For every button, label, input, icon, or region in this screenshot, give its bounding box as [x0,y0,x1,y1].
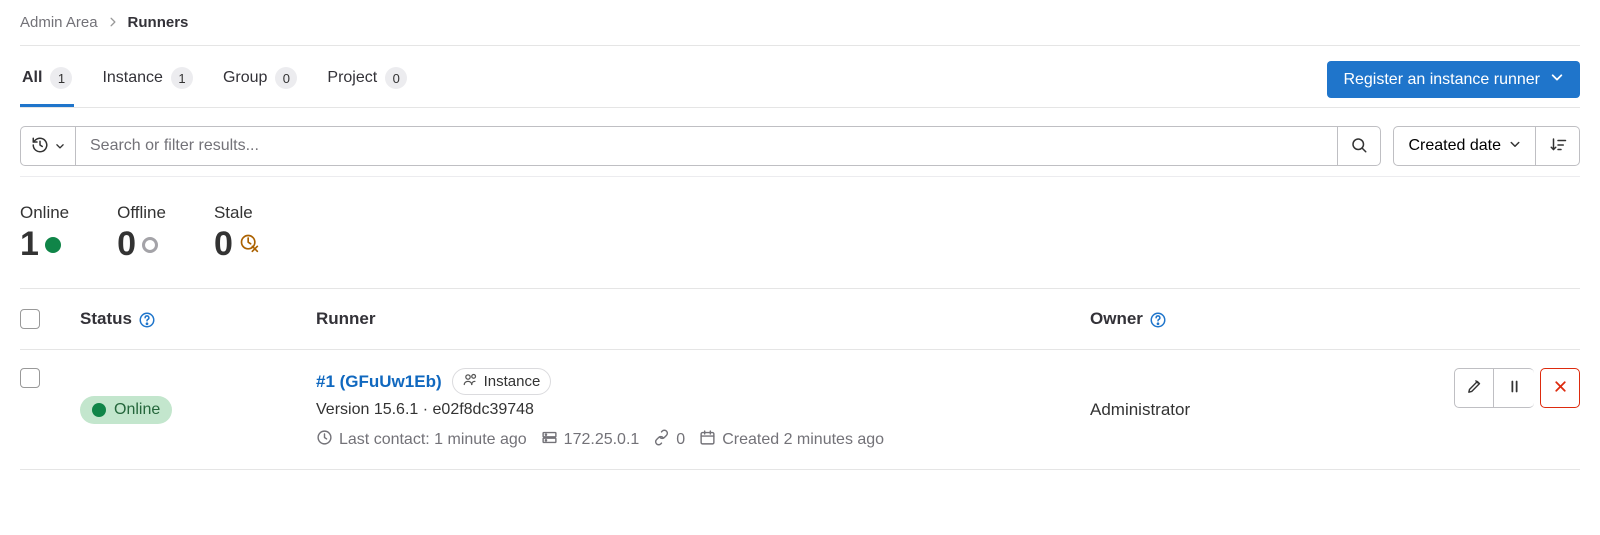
stat-offline: Offline 0 [117,203,166,264]
tabs: All 1 Instance 1 Group 0 Project 0 [20,52,409,107]
column-runner-label: Runner [316,309,376,328]
stat-stale: Stale 0 [214,203,259,264]
table-header: Status Runner Owner [20,289,1580,350]
tab-count: 1 [50,67,72,89]
online-dot-icon [45,237,61,253]
created-at: Created 2 minutes ago [699,429,884,451]
breadcrumb: Admin Area Runners [20,0,1580,46]
row-checkbox[interactable] [20,368,40,388]
search-group [20,126,1381,166]
tab-label: Instance [102,69,162,87]
calendar-icon [699,429,716,451]
tab-all[interactable]: All 1 [20,52,74,107]
status-text: Online [114,401,160,419]
created-text: Created 2 minutes ago [722,431,884,449]
tab-count: 0 [385,67,407,89]
breadcrumb-current: Runners [128,14,189,31]
link-icon [653,429,670,451]
server-icon [541,429,558,451]
help-icon[interactable] [1149,309,1167,329]
runner-link[interactable]: #1 (GFuUw1Eb) [316,372,442,392]
search-input[interactable] [75,126,1337,166]
clock-icon [316,429,333,451]
column-status-label: Status [80,309,132,329]
chevron-right-icon [108,16,118,30]
stale-clock-icon [239,233,259,256]
runner-type-badge: Instance [452,368,552,395]
last-contact-text: Last contact: 1 minute ago [339,431,527,449]
tab-instance[interactable]: Instance 1 [100,52,194,107]
tab-count: 1 [171,67,193,89]
tab-label: All [22,69,42,87]
stats-row: Online 1 Offline 0 Stale 0 [20,177,1580,289]
stat-label: Online [20,203,69,223]
chevron-down-icon [55,139,65,154]
select-all-checkbox[interactable] [20,309,40,329]
sort-descending-icon [1549,136,1567,157]
delete-button[interactable] [1540,368,1580,408]
history-icon [31,136,49,157]
filter-row: Created date [20,108,1580,177]
chevron-down-icon [1509,137,1521,155]
stat-value: 0 [214,225,233,264]
sort-direction-button[interactable] [1536,126,1580,166]
column-owner-label: Owner [1090,309,1143,329]
register-runner-button[interactable]: Register an instance runner [1327,61,1580,98]
owner-name[interactable]: Administrator [1090,400,1190,420]
chevron-down-icon [1550,70,1564,89]
pause-icon [1506,378,1523,398]
pause-button[interactable] [1494,368,1534,408]
online-dot-icon [92,403,106,417]
search-button[interactable] [1337,126,1381,166]
tabs-row: All 1 Instance 1 Group 0 Project 0 Regis… [20,52,1580,108]
tab-label: Project [327,69,377,87]
stat-online: Online 1 [20,203,69,264]
pencil-icon [1466,378,1483,398]
runner-version: Version 15.6.1 · e02f8dc39748 [316,401,1090,419]
jobs-text: 0 [676,431,685,449]
register-runner-label: Register an instance runner [1343,71,1540,89]
tab-count: 0 [275,67,297,89]
help-icon[interactable] [138,309,156,329]
tab-project[interactable]: Project 0 [325,52,409,107]
sort-group: Created date [1393,126,1580,166]
sort-dropdown[interactable]: Created date [1393,126,1536,166]
breadcrumb-parent[interactable]: Admin Area [20,14,98,31]
tab-group[interactable]: Group 0 [221,52,299,107]
ip-text: 172.25.0.1 [564,431,640,449]
offline-ring-icon [142,237,158,253]
last-contact: Last contact: 1 minute ago [316,429,527,451]
close-icon [1552,378,1569,398]
tab-label: Group [223,69,267,87]
users-icon [463,372,478,391]
jobs-count: 0 [653,429,685,451]
runner-type-text: Instance [484,373,541,390]
stat-value: 0 [117,225,136,264]
edit-button[interactable] [1454,368,1494,408]
stat-label: Offline [117,203,166,223]
stat-label: Stale [214,203,259,223]
status-badge: Online [80,396,172,424]
stat-value: 1 [20,225,39,264]
table-row: Online #1 (GFuUw1Eb) Instance Version 15… [20,350,1580,470]
sort-label: Created date [1408,137,1501,155]
ip-address: 172.25.0.1 [541,429,640,451]
search-history-button[interactable] [20,126,75,166]
runner-meta: Last contact: 1 minute ago 172.25.0.1 0 [316,429,1090,451]
search-icon [1350,136,1368,157]
